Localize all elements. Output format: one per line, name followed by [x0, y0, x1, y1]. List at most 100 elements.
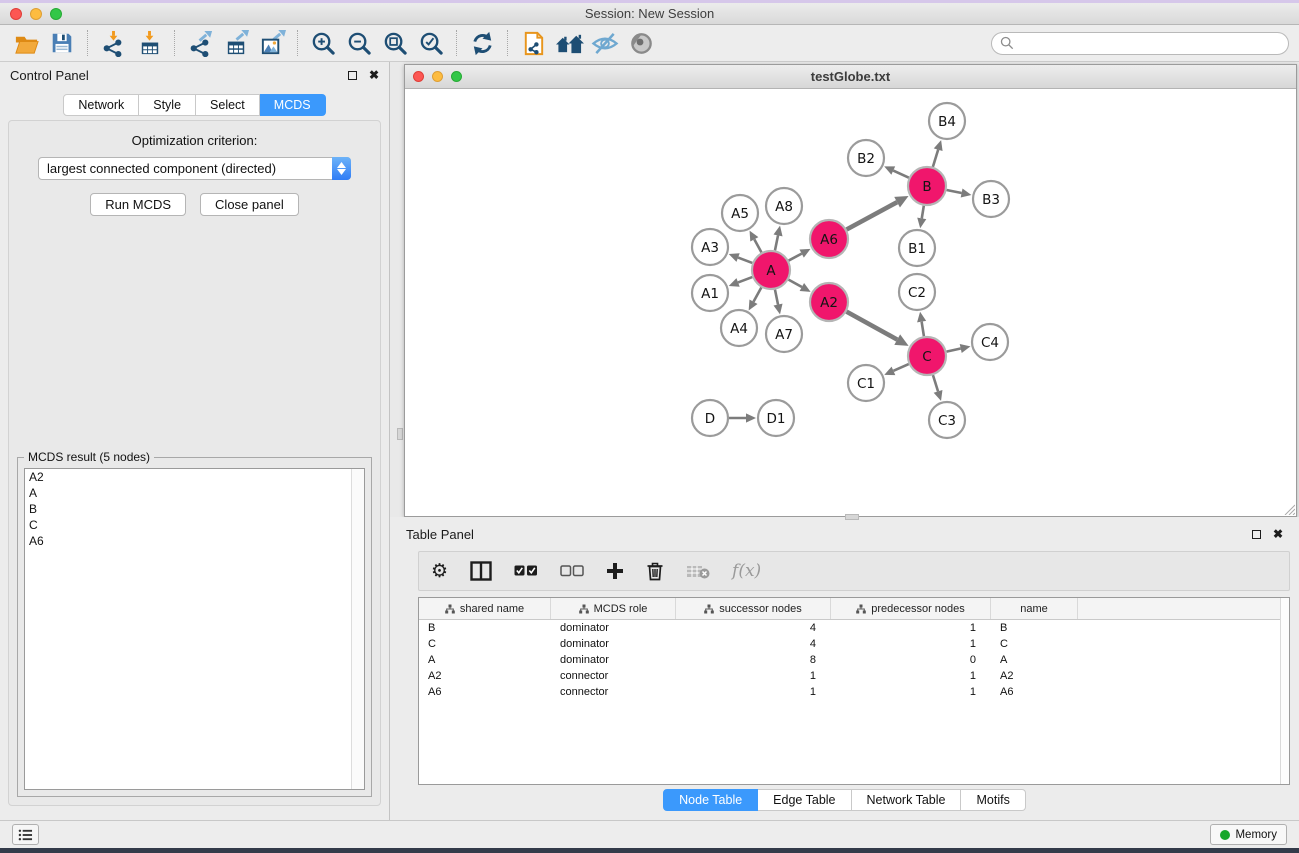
- table-cell[interactable]: C: [991, 636, 1078, 652]
- tab-style[interactable]: Style: [139, 94, 196, 116]
- result-item[interactable]: A2: [25, 469, 364, 485]
- optimization-criterion-select[interactable]: largest connected component (directed): [38, 157, 351, 180]
- combo-stepper[interactable]: [332, 157, 351, 180]
- export-network-button[interactable]: [182, 27, 218, 59]
- table-options-button[interactable]: ⚙: [431, 556, 448, 586]
- table-row[interactable]: A6connector11A6: [419, 684, 1289, 700]
- edge-A2-C[interactable]: [847, 312, 898, 340]
- tab-edge-table[interactable]: Edge Table: [758, 789, 851, 811]
- edge-B-B1[interactable]: [922, 206, 924, 219]
- edge-A-A7[interactable]: [775, 290, 778, 305]
- show-panel-button[interactable]: [623, 27, 659, 59]
- deselect-all-columns-button[interactable]: [560, 556, 584, 586]
- table-cell[interactable]: 1: [831, 620, 991, 636]
- task-history-button[interactable]: [12, 824, 39, 845]
- table-cell[interactable]: connector: [551, 684, 676, 700]
- edge-C-C4[interactable]: [947, 349, 961, 352]
- edge-A-A3[interactable]: [738, 258, 752, 263]
- run-mcds-button[interactable]: Run MCDS: [90, 193, 186, 216]
- node-table[interactable]: shared nameMCDS rolesuccessor nodesprede…: [418, 597, 1290, 785]
- tab-select[interactable]: Select: [196, 94, 260, 116]
- table-cell[interactable]: A6: [419, 684, 551, 700]
- table-cell[interactable]: B: [991, 620, 1078, 636]
- edge-A-A6[interactable]: [789, 254, 802, 261]
- delete-table-button[interactable]: [686, 556, 710, 586]
- column-header-shared-name[interactable]: shared name: [419, 598, 551, 619]
- table-cell[interactable]: dominator: [551, 620, 676, 636]
- memory-button[interactable]: Memory: [1210, 824, 1287, 845]
- edge-A-A4[interactable]: [753, 288, 761, 302]
- table-cell[interactable]: 1: [831, 636, 991, 652]
- hide-panel-button[interactable]: [587, 27, 623, 59]
- table-cell[interactable]: 4: [676, 636, 831, 652]
- table-cell[interactable]: connector: [551, 668, 676, 684]
- column-header-successor-nodes[interactable]: successor nodes: [676, 598, 831, 619]
- edge-B-B4[interactable]: [933, 150, 938, 167]
- import-network-button[interactable]: [95, 27, 131, 59]
- network-graph[interactable]: B4B2BB3A5A8A6B1A3AA1C2A2A4A7C4CC1C3DD1: [405, 89, 1296, 516]
- tab-network[interactable]: Network: [63, 94, 139, 116]
- table-cell[interactable]: 1: [676, 684, 831, 700]
- network-canvas[interactable]: B4B2BB3A5A8A6B1A3AA1C2A2A4A7C4CC1C3DD1: [405, 89, 1296, 516]
- float-table-panel-icon[interactable]: [1252, 530, 1261, 539]
- column-header-predecessor-nodes[interactable]: predecessor nodes: [831, 598, 991, 619]
- edge-C-C2[interactable]: [922, 322, 924, 337]
- float-panel-icon[interactable]: [348, 71, 357, 80]
- table-cell[interactable]: B: [419, 620, 551, 636]
- select-all-columns-button[interactable]: [514, 556, 538, 586]
- zoom-in-button[interactable]: [305, 27, 341, 59]
- import-table-button[interactable]: [131, 27, 167, 59]
- search-box[interactable]: [991, 32, 1289, 55]
- resize-grip-icon[interactable]: [1282, 502, 1295, 515]
- create-column-button[interactable]: [606, 556, 624, 586]
- column-header-MCDS-role[interactable]: MCDS role: [551, 598, 676, 619]
- table-cell[interactable]: A: [419, 652, 551, 668]
- edge-A-A2[interactable]: [789, 280, 802, 287]
- table-cell[interactable]: dominator: [551, 652, 676, 668]
- result-item[interactable]: B: [25, 501, 364, 517]
- edge-B-B3[interactable]: [947, 190, 962, 193]
- vertical-splitter-handle[interactable]: [397, 428, 403, 440]
- table-row[interactable]: Adominator80A: [419, 652, 1289, 668]
- edge-A6-B[interactable]: [847, 202, 898, 229]
- edge-A-A5[interactable]: [754, 239, 761, 252]
- home-view-button[interactable]: [551, 27, 587, 59]
- table-scrollbar[interactable]: [1280, 598, 1289, 784]
- table-cell[interactable]: A: [991, 652, 1078, 668]
- apply-layout-button[interactable]: [464, 27, 500, 59]
- export-image-button[interactable]: [254, 27, 290, 59]
- close-panel-icon[interactable]: ✖: [369, 69, 379, 81]
- delete-column-button[interactable]: [646, 556, 664, 586]
- table-cell[interactable]: C: [419, 636, 551, 652]
- edge-B-B2[interactable]: [893, 171, 909, 178]
- result-item[interactable]: C: [25, 517, 364, 533]
- table-cell[interactable]: A6: [991, 684, 1078, 700]
- network-window-titlebar[interactable]: testGlobe.txt: [405, 65, 1296, 89]
- edge-C-C3[interactable]: [933, 375, 938, 391]
- zoom-fit-button[interactable]: [377, 27, 413, 59]
- table-cell[interactable]: 1: [831, 684, 991, 700]
- tab-network-table[interactable]: Network Table: [852, 789, 962, 811]
- export-table-button[interactable]: [218, 27, 254, 59]
- horizontal-splitter-handle[interactable]: [845, 514, 859, 520]
- table-cell[interactable]: 4: [676, 620, 831, 636]
- duplicate-network-button[interactable]: [515, 27, 551, 59]
- result-item[interactable]: A: [25, 485, 364, 501]
- mcds-result-list[interactable]: A2ABCA6: [24, 468, 365, 790]
- table-row[interactable]: A2connector11A2: [419, 668, 1289, 684]
- table-cell[interactable]: A2: [419, 668, 551, 684]
- edge-A-A1[interactable]: [738, 277, 752, 282]
- edge-C-C1[interactable]: [893, 364, 908, 371]
- table-row[interactable]: Bdominator41B: [419, 620, 1289, 636]
- table-row[interactable]: Cdominator41C: [419, 636, 1289, 652]
- table-cell[interactable]: dominator: [551, 636, 676, 652]
- function-builder-button[interactable]: f(x): [732, 556, 761, 586]
- edge-A-A8[interactable]: [775, 235, 778, 250]
- save-session-button[interactable]: [44, 27, 80, 59]
- zoom-out-button[interactable]: [341, 27, 377, 59]
- column-header-name[interactable]: name: [991, 598, 1078, 619]
- close-table-panel-icon[interactable]: ✖: [1273, 528, 1283, 540]
- tab-motifs[interactable]: Motifs: [961, 789, 1025, 811]
- tab-node-table[interactable]: Node Table: [663, 789, 758, 811]
- tab-mcds[interactable]: MCDS: [260, 94, 326, 116]
